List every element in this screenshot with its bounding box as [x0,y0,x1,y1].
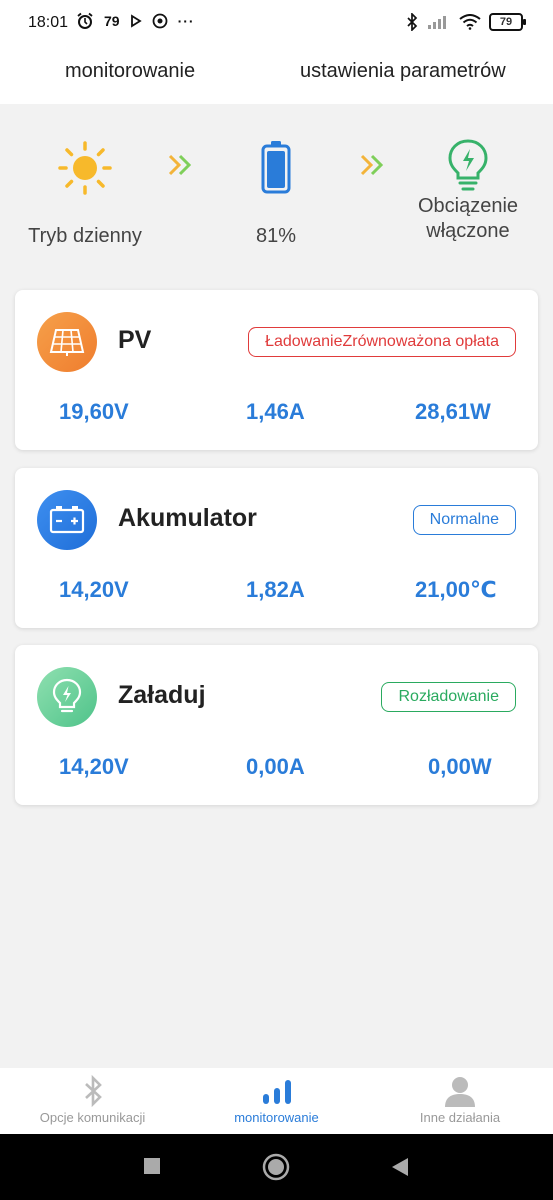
load-current: 0,00A [246,754,305,779]
pv-power: 28,61W [415,399,491,424]
load-voltage: 14,20V [59,754,129,779]
battery-status-value: 79 [499,16,513,28]
bluetooth-icon [84,1074,102,1108]
wifi-icon [459,14,481,30]
notification-count: 79 [104,13,120,29]
accumulator-icon [37,490,97,550]
more-dots-icon: ··· [177,13,195,29]
bulb-icon [448,139,488,191]
bluetooth-status-icon [407,13,418,31]
pv-status-badge: ŁadowanieZrównoważona opłata [248,327,516,357]
sun-icon [58,141,112,195]
load-values: 14,20V 0,00A 0,00W [15,754,538,784]
nav-label: Inne działania [419,1110,501,1125]
load-power: 0,00W [428,754,492,779]
tab-parameter-settings[interactable]: ustawienia parametrów [300,60,506,83]
home-button[interactable] [261,1152,291,1182]
tab-monitoring[interactable]: monitorowanie [65,60,195,83]
battery-card[interactable]: Akumulator Normalne 14,20V 1,82A 21,00℃ [15,468,538,628]
pv-card[interactable]: PV ŁadowanieZrównoważona opłata 19,60V 1… [15,290,538,450]
status-bar: 18:01 79 ··· 79 [0,0,553,48]
pv-current: 1,46A [246,399,305,424]
battery-icon [261,141,291,194]
load-card[interactable]: Załaduj Rozładowanie 14,20V 0,00A 0,00W [15,645,538,805]
battery-current: 1,82A [246,577,305,602]
pv-values: 19,60V 1,46A 28,61W [15,399,538,429]
system-nav-bar [0,1134,553,1200]
person-icon [445,1077,475,1107]
pv-title: PV [118,326,152,354]
nav-label: Opcje komunikacji [39,1110,146,1125]
load-status-badge: Rozładowanie [381,682,516,712]
nav-communication-options[interactable]: Opcje komunikacji [20,1074,165,1125]
battery-percent: 81% [255,225,297,247]
flow-sun: Tryb dzienny [20,134,150,249]
recent-apps-button[interactable] [142,1156,162,1176]
load-bulb-icon [37,667,97,727]
status-left-icons: 79 ··· [76,12,195,30]
battery-temperature: 21,00℃ [415,577,497,602]
status-time: 18:01 [28,14,69,31]
status-right-icons: 79 [405,13,526,31]
battery-voltage: 14,20V [59,577,129,602]
battery-values: 14,20V 1,82A 21,00℃ [15,577,538,607]
energy-flow: Tryb dzienny 81% Obciązenie włączone [0,104,553,284]
flow-load: Obciązenie włączone [398,134,538,244]
alarm-icon [77,12,93,29]
nav-other-actions[interactable]: Inne działania [395,1074,525,1125]
load-label-line1: Obciązenie [417,195,519,217]
mode-label: Tryb dzienny [28,225,142,247]
bottom-nav: Opcje komunikacji monitorowanie Inne dzi… [0,1068,553,1134]
pv-voltage: 19,60V [59,399,129,424]
battery-status-icon: 79 [489,13,526,31]
nav-monitoring[interactable]: monitorowanie [220,1074,333,1125]
play-icon [130,14,142,28]
chrome-icon [152,13,167,29]
flow-arrow-icon [168,154,192,176]
solar-panel-icon [37,312,97,372]
battery-status-badge: Normalne [412,505,516,535]
load-label-line2: włączone [426,220,510,242]
load-title: Załaduj [118,681,206,709]
top-tabs: monitorowanie ustawienia parametrów [0,48,553,104]
nav-label: monitorowanie [234,1110,319,1125]
flow-arrow-icon [360,154,384,176]
bar-chart-icon [262,1080,291,1104]
flow-battery: 81% [226,134,326,249]
signal-icon [428,16,446,29]
back-button[interactable] [390,1156,410,1178]
battery-title: Akumulator [118,504,257,532]
